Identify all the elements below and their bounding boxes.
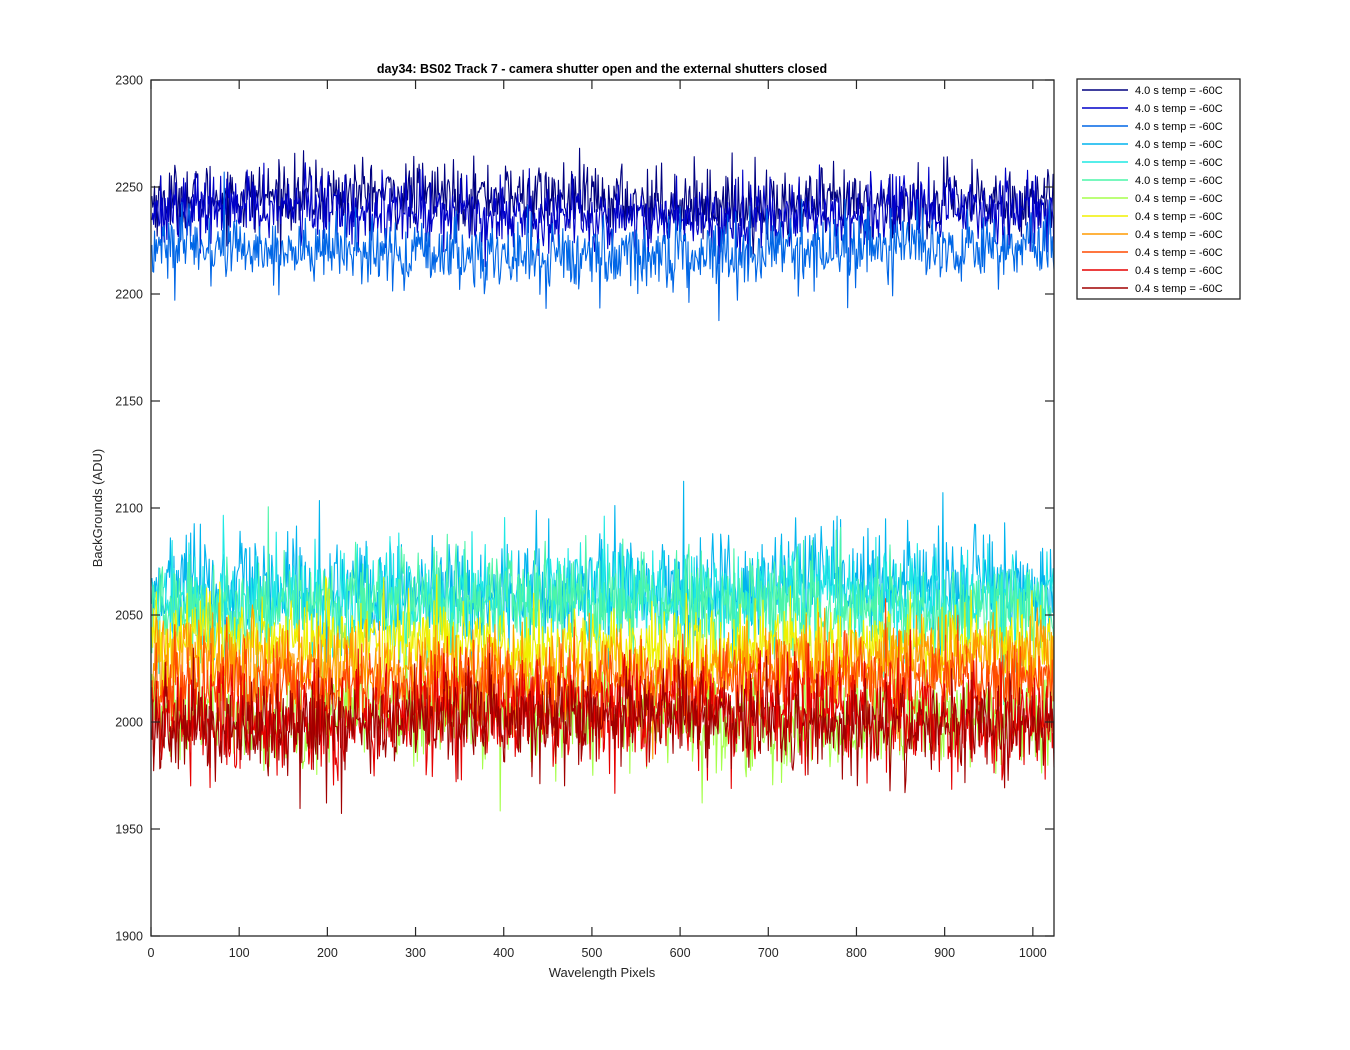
y-tick-label: 1950 [115,823,143,837]
legend-label: 0.4 s temp = -60C [1135,211,1223,223]
y-tick-label: 2150 [115,395,143,409]
x-tick-label: 400 [493,946,514,960]
y-axis-label: BackGrounds (ADU) [90,449,105,567]
y-tick-label: 2200 [115,288,143,302]
chart: 0 100 200 300 400 500 600 700 800 900 1000 1900 195… [0,0,1350,1050]
legend-label: 4.0 s temp = -60C [1135,103,1223,115]
x-tick-label: 200 [317,946,338,960]
x-tick-label: 600 [670,946,691,960]
legend-label: 0.4 s temp = -60C [1135,193,1223,205]
x-tick-label: 800 [846,946,867,960]
legend-label: 4.0 s temp = -60C [1135,121,1223,133]
legend-label: 4.0 s temp = -60C [1135,175,1223,187]
chart-title: day34: BS02 Track 7 - camera shutter ope… [377,62,827,76]
legend-label: 0.4 s temp = -60C [1135,283,1223,295]
legend: 4.0 s temp = -60C 4.0 s temp = -60C 4.0 s … [1076,78,1241,300]
x-tick-label: 1000 [1019,946,1047,960]
legend-label: 4.0 s temp = -60C [1135,85,1223,97]
y-tick-label: 2300 [115,74,143,88]
x-tick-label: 0 [148,946,155,960]
x-tick-label: 500 [581,946,602,960]
y-tick-label: 1900 [115,930,143,944]
x-tick-label: 100 [229,946,250,960]
legend-label: 4.0 s temp = -60C [1135,139,1223,151]
x-tick-label: 300 [405,946,426,960]
x-tick-label: 700 [758,946,779,960]
y-tick-label: 2050 [115,609,143,623]
legend-label: 0.4 s temp = -60C [1135,229,1223,241]
x-tick-label: 900 [934,946,955,960]
y-tick-label: 2250 [115,181,143,195]
y-tick-label: 2000 [115,716,143,730]
legend-label: 0.4 s temp = -60C [1135,265,1223,277]
x-axis-label: Wavelength Pixels [549,965,656,980]
legend-label: 4.0 s temp = -60C [1135,157,1223,169]
y-tick-label: 2100 [115,502,143,516]
legend-label: 0.4 s temp = -60C [1135,247,1223,259]
